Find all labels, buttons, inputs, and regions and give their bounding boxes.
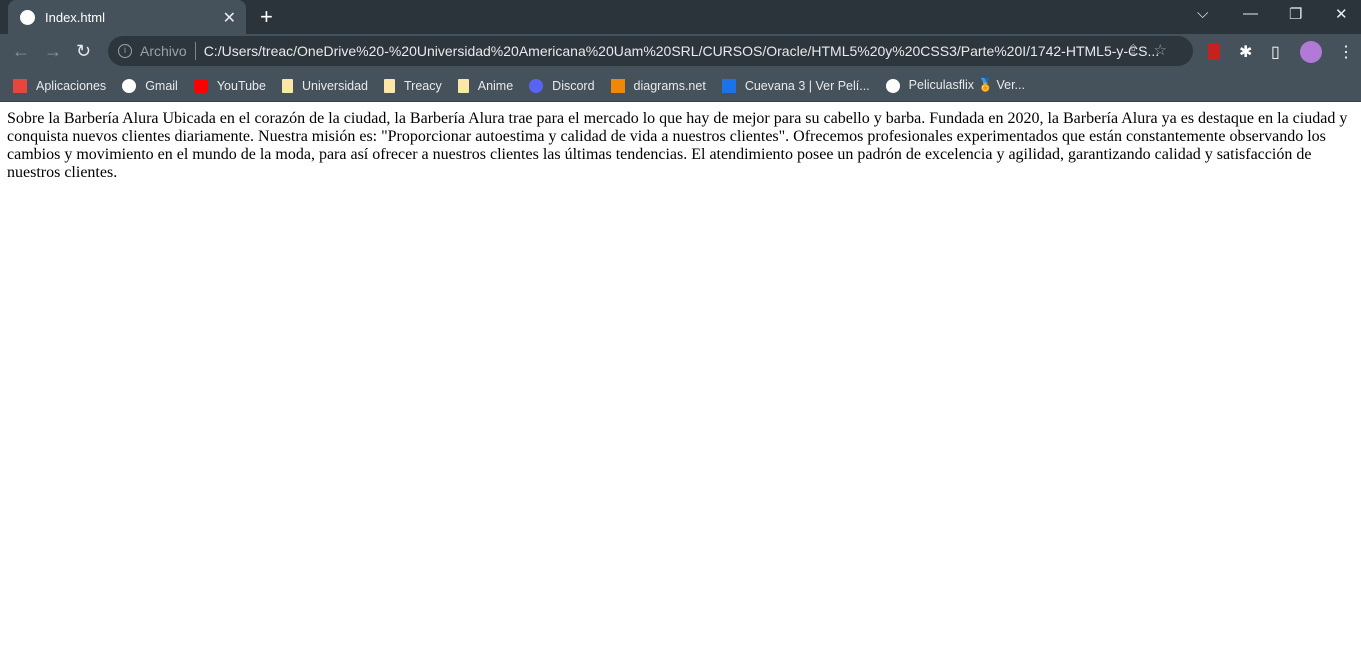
scheme-label: Archivo xyxy=(140,43,187,59)
back-button[interactable]: ← xyxy=(12,41,30,62)
discord-icon xyxy=(529,78,544,93)
tab-close-icon[interactable]: ✕ xyxy=(223,8,236,28)
tab-index[interactable]: Index.html ✕ xyxy=(8,0,246,34)
bookmark-item[interactable]: diagrams.net xyxy=(610,78,706,93)
new-tab-button[interactable]: + xyxy=(260,4,273,30)
profile-avatar[interactable] xyxy=(1300,41,1322,63)
reload-button[interactable]: ↻ xyxy=(76,41,91,62)
bookmark-item[interactable]: Cuevana 3 | Ver Pelí... xyxy=(721,78,870,93)
cuevana-icon xyxy=(721,78,736,93)
bookmark-label: Gmail xyxy=(145,78,178,93)
book-extension-icon[interactable] xyxy=(1208,43,1220,60)
folder-icon xyxy=(457,78,469,93)
bookmark-item[interactable]: Treacy xyxy=(383,78,442,93)
menu-icon[interactable]: ⋮ xyxy=(1338,42,1354,62)
forward-button[interactable]: → xyxy=(44,41,62,62)
minimize-button[interactable]: — xyxy=(1243,5,1258,22)
youtube-icon xyxy=(193,78,208,93)
bookmark-star-icon[interactable]: ☆ xyxy=(1154,42,1181,59)
side-panel-icon[interactable]: ▯ xyxy=(1271,42,1280,62)
about-paragraph: Sobre la Barbería Alura Ubicada en el co… xyxy=(7,110,1348,181)
bookmark-label: Aplicaciones xyxy=(36,78,107,93)
bookmark-item[interactable]: Anime xyxy=(457,78,514,93)
divider xyxy=(194,42,196,60)
bookmark-label: YouTube xyxy=(216,78,266,93)
folder-icon xyxy=(383,78,395,93)
url-text[interactable]: C:/Users/treac/OneDrive%20-%20Universida… xyxy=(204,43,1160,59)
toolbar: ← → ↻ i Archivo C:/Users/treac/OneDrive%… xyxy=(0,34,1361,70)
bookmarks-bar: Aplicaciones Gmail YouTube Universidad Treac… xyxy=(0,70,1361,102)
bookmark-label: Universidad xyxy=(301,78,368,93)
bookmark-item[interactable]: Peliculasflix 🏅 Ver... xyxy=(885,78,1025,93)
tab-search-icon[interactable]: ⌵ xyxy=(1197,5,1208,22)
bookmark-label: diagrams.net xyxy=(633,78,706,93)
bookmark-item[interactable]: Aplicaciones xyxy=(13,78,107,93)
restore-button[interactable]: ❐ xyxy=(1289,5,1302,23)
globe-icon xyxy=(20,9,35,25)
bookmark-label: Treacy xyxy=(403,78,442,93)
extensions-icon[interactable]: ✱ xyxy=(1239,42,1252,62)
globe-icon xyxy=(885,78,900,93)
address-bar[interactable]: i Archivo C:/Users/treac/OneDrive%20-%20… xyxy=(108,36,1193,66)
title-bar: Index.html ✕ + ⌵ — ❐ ✕ xyxy=(0,0,1361,34)
bookmark-label: Anime xyxy=(477,78,514,93)
apps-grid-icon xyxy=(13,78,27,93)
bookmark-item[interactable]: Gmail xyxy=(122,78,178,93)
bookmark-label: Peliculasflix 🏅 Ver... xyxy=(908,78,1025,92)
bookmark-item[interactable]: Discord xyxy=(529,78,595,93)
bookmark-label: Discord xyxy=(552,78,595,93)
info-icon[interactable]: i xyxy=(118,44,132,58)
diagrams-icon xyxy=(610,78,625,93)
page-content: Sobre la Barbería Alura Ubicada en el co… xyxy=(0,102,1361,190)
bookmark-label: Cuevana 3 | Ver Pelí... xyxy=(744,78,870,93)
window-close-button[interactable]: ✕ xyxy=(1335,5,1348,23)
folder-icon xyxy=(281,78,293,93)
tab-title: Index.html xyxy=(45,9,105,25)
bookmark-item[interactable]: Universidad xyxy=(281,78,368,93)
share-icon[interactable]: ⇪ xyxy=(1127,42,1154,59)
bookmark-item[interactable]: YouTube xyxy=(193,78,266,93)
globe-icon xyxy=(122,78,137,93)
